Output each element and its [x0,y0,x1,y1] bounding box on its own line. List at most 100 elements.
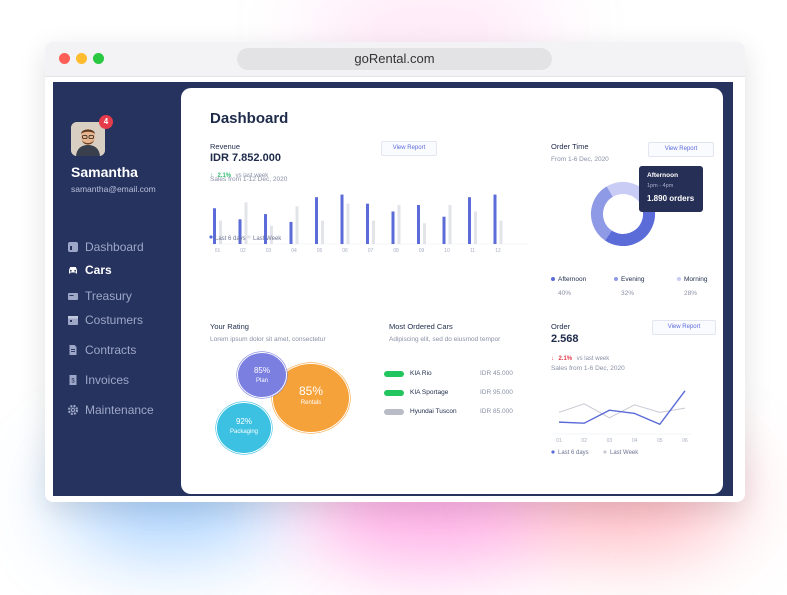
legend-label-evening: Evening [621,276,645,283]
bar-last-week-10[interactable] [448,205,452,244]
x-tick-label: 04 [632,438,638,444]
bar-last-week-11[interactable] [474,211,477,245]
sidebar-item-label: Contracts [85,343,137,357]
bar-last-6-days-07[interactable] [366,203,369,244]
x-tick-label: 07 [368,248,374,254]
car-icon [69,267,77,274]
notification-badge[interactable]: 4 [99,115,113,129]
x-tick-label: 08 [393,248,399,254]
rating-name-plan: Plan [255,378,268,384]
sidebar-item-label: Maintenance [85,403,154,417]
invoice-icon: $ [69,375,77,385]
user-name: Samantha [71,164,138,180]
calendar-icon [68,316,78,325]
sidebar-item-label: Costumers [85,313,144,327]
address-bar[interactable]: goRental.com [237,48,552,70]
list-item[interactable]: KIA Rio IDR 45.000 [384,368,516,380]
revenue-bar-chart: 01 02 03 04 05 06 07 08 09 10 11 12 Last 6 days Las… [209,194,529,254]
order-time-tooltip: Afternoon 1pm - 4pm 1.890 orders [639,166,703,212]
car-price: IDR 45.000 [480,370,513,377]
bar-last-6-days-06[interactable] [340,194,344,244]
page-title: Dashboard [210,110,289,127]
sidebar-item-cars[interactable]: Cars [67,262,112,278]
bar-last-6-days-10[interactable] [442,216,446,244]
legend-label-last-week: Last Week [253,236,282,242]
minimize-window-button[interactable] [76,53,87,64]
car-status-pill [384,409,404,415]
rating-value-rentals: 85% [298,384,324,398]
x-tick-label: 04 [291,248,297,254]
most-ordered-label: Most Ordered Cars [389,322,453,331]
car-name: KIA Rio [410,370,432,377]
sidebar-item-label: Cars [85,263,112,277]
revenue-view-report-button[interactable]: View Report [381,141,437,156]
tooltip-title: Afternoon [647,172,679,179]
bar-last-6-days-09[interactable] [417,205,420,244]
x-tick-label: 02 [240,248,246,254]
order-change-percent: 2.1% [558,356,573,362]
bar-last-week-06[interactable] [346,203,350,244]
sidebar-item-label: Invoices [85,373,130,387]
browser-titlebar: goRental.com [45,42,745,77]
bar-last-6-days-05[interactable] [315,197,318,244]
legend-morning: Morning 28% [677,268,707,297]
x-tick-label: 01 [215,248,221,254]
browser-window: goRental.com 4 Samantha samantha@email.c… [45,42,745,502]
car-status-pill [384,390,404,396]
x-tick-label: 05 [657,438,663,444]
sidebar-item-contracts[interactable]: Contracts [67,342,136,358]
bar-last-week-08[interactable] [397,205,401,244]
bar-last-week-04[interactable] [295,206,299,244]
list-item[interactable]: KIA Sportage IDR 95.000 [384,387,516,399]
legend-label-last-6-days: Last 6 days [215,236,246,242]
sidebar-item-label: Treasury [85,289,132,303]
legend-label-afternoon: Afternoon [558,276,587,283]
rating-name-packaging: Packaging [229,429,259,435]
legend-label-last-6-days: Last 6 days [558,450,589,456]
bar-last-6-days-08[interactable] [391,211,395,245]
sidebar-item-dashboard[interactable]: Dashboard [67,239,144,255]
car-name: KIA Sportage [410,389,449,396]
maximize-window-button[interactable] [93,53,104,64]
close-window-button[interactable] [59,53,70,64]
bar-last-week-07[interactable] [372,220,375,244]
legend-label-morning: Morning [684,276,708,283]
order-time-subtitle: From 1-6 Dec, 2020 [551,156,609,163]
list-item[interactable]: Hyundai Tuscon IDR 85.000 [384,406,516,418]
sidebar-item-maintenance[interactable]: Maintenance [67,402,154,418]
bar-last-week-09[interactable] [423,223,426,244]
sidebar-item-invoices[interactable]: $ Invoices [67,372,129,388]
car-price: IDR 95.000 [480,389,513,396]
dashboard-panel: Dashboard Revenue IDR 7.852.000 ↑ 2.1% v… [181,88,723,494]
bar-last-6-days-11[interactable] [468,197,471,244]
order-view-report-button[interactable]: View Report [652,320,716,335]
car-price: IDR 85.000 [480,408,513,415]
order-line-chart: 01 02 03 04 05 06 Last 6 days Last Week [551,390,691,456]
legend-value-evening: 32% [621,290,635,297]
x-tick-label: 03 [266,248,272,254]
order-time-view-report-button[interactable]: View Report [648,142,714,157]
sidebar-item-label: Dashboard [85,240,144,254]
rating-value-plan: 85% [253,366,270,375]
document-icon [69,345,77,355]
user-email: samantha@email.com [71,184,156,194]
sidebar-item-costumers[interactable]: Costumers [67,312,143,328]
bar-last-6-days-12[interactable] [493,194,497,244]
bar-last-week-12[interactable] [499,220,503,244]
legend-swatch-last-6-days [551,450,555,454]
rating-subtitle: Lorem ipsum dolor sit amet, consectetur [210,336,326,343]
bar-last-week-05[interactable] [321,220,324,244]
car-status-pill [384,371,404,377]
legend-value-afternoon: 40% [558,290,572,297]
legend-swatch-morning [677,277,681,281]
rating-bubble-plan: 85% Plan [238,353,286,397]
order-label: Order [551,322,571,331]
app-shell: 4 Samantha samantha@email.com Dashboard … [53,82,733,496]
legend-evening: Evening 32% [614,268,645,297]
revenue-label: Revenue [210,142,241,151]
legend-value-morning: 28% [684,290,698,297]
avatar[interactable] [71,122,105,156]
legend-swatch-last-week [603,450,607,454]
sidebar-item-treasury[interactable]: Treasury [67,288,132,304]
bar-last-6-days-04[interactable] [289,221,293,244]
